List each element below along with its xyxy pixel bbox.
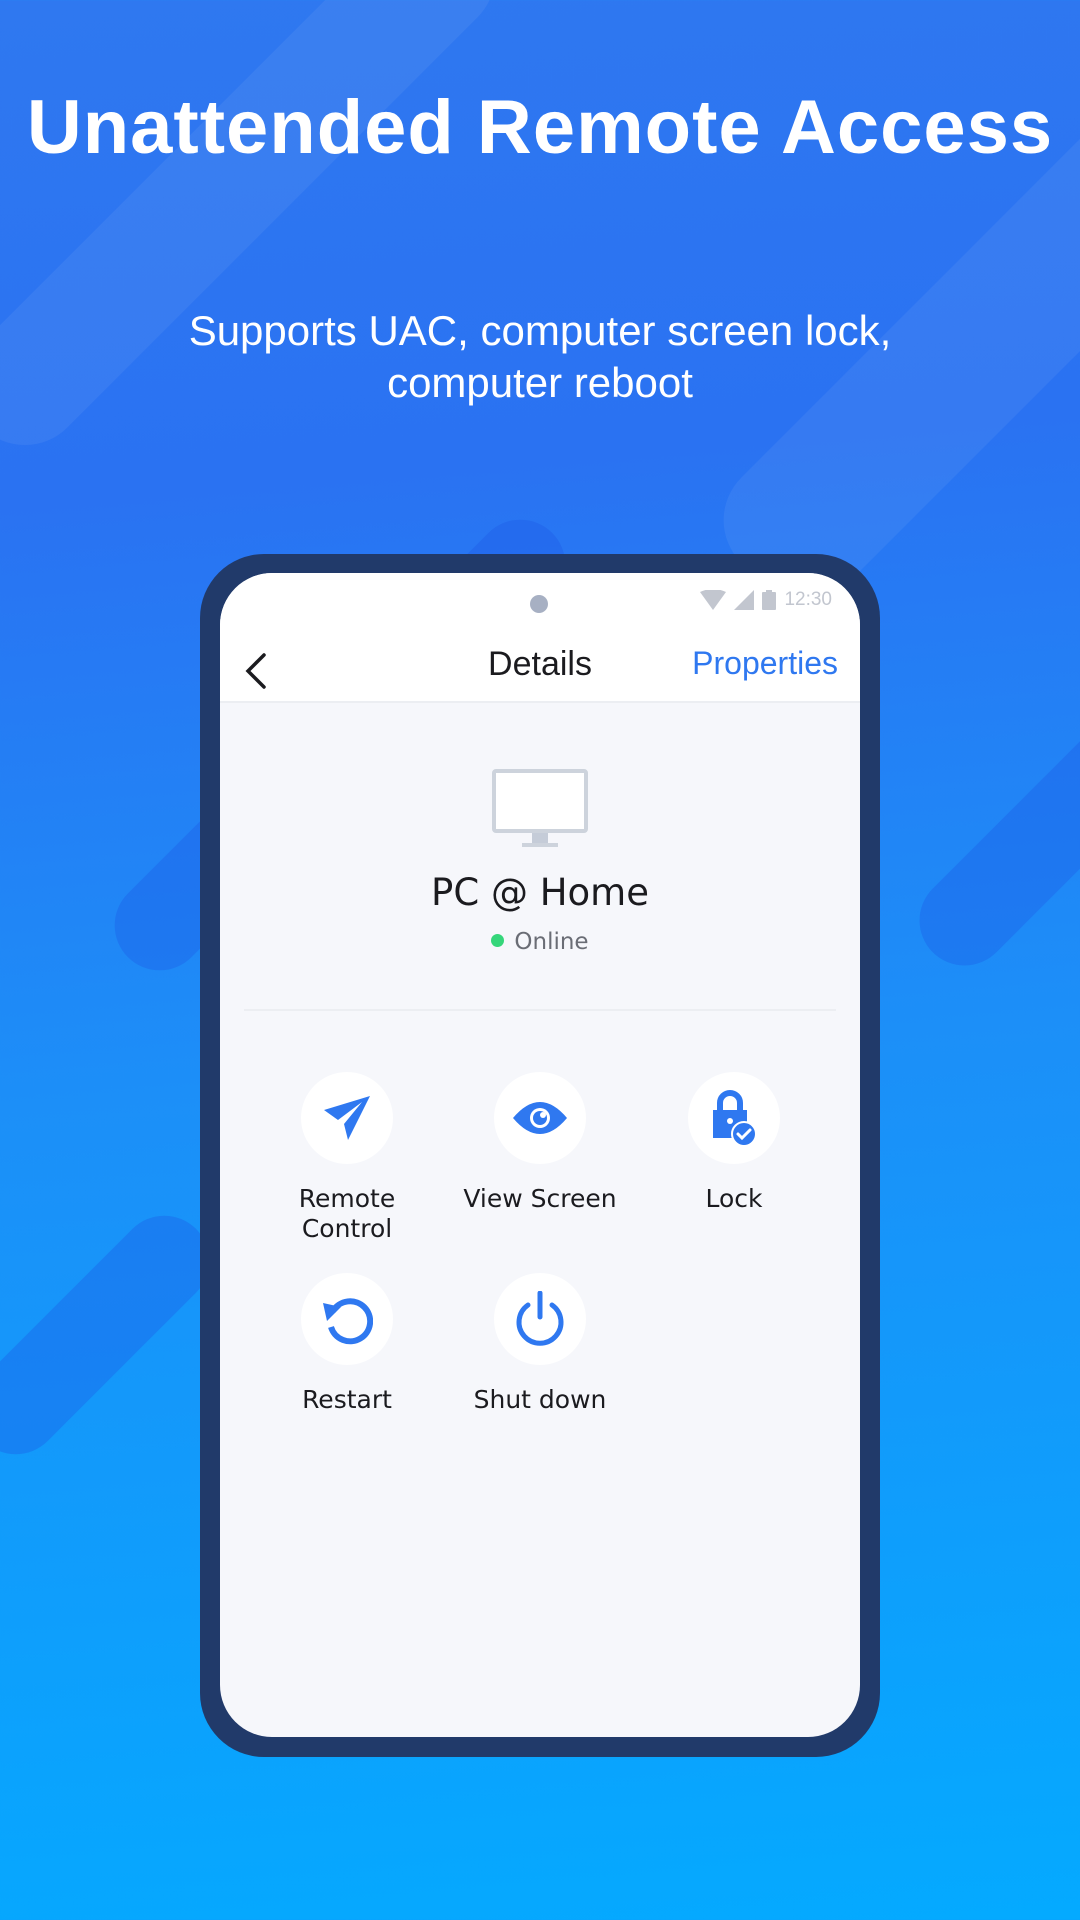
lock-check-icon <box>713 1090 757 1146</box>
hero-title: Unattended Remote Access <box>0 80 1080 176</box>
paper-plane-icon <box>324 1096 370 1140</box>
background-stripe <box>900 665 1080 985</box>
signal-icon <box>734 590 755 610</box>
status-time: 12:30 <box>784 589 832 610</box>
eye-icon <box>513 1102 567 1134</box>
action-circle <box>688 1072 780 1164</box>
power-icon <box>516 1291 564 1346</box>
action-circle <box>494 1273 586 1365</box>
camera-icon <box>530 595 548 613</box>
battery-icon <box>762 590 777 610</box>
phone-screen: 12:30 Details Properties PC @ Home Onlin… <box>220 573 860 1737</box>
device-status: Online <box>220 929 860 955</box>
action-label: Shut down <box>473 1385 607 1414</box>
phone-frame: 12:30 Details Properties PC @ Home Onlin… <box>200 554 880 1757</box>
device-name: PC @ Home <box>431 871 649 914</box>
hero-subtitle-line1: Supports UAC, computer screen lock, <box>188 307 892 354</box>
online-dot-icon <box>491 934 505 947</box>
view-screen-button[interactable]: View Screen <box>445 1072 635 1214</box>
hero-subtitle-line2: computer reboot <box>387 359 693 406</box>
action-label: Restart <box>302 1385 392 1414</box>
monitor-icon <box>492 769 588 847</box>
action-circle <box>301 1273 393 1365</box>
action-label: Remote Control <box>298 1184 396 1243</box>
remote-control-button[interactable]: Remote Control <box>252 1072 442 1244</box>
action-circle <box>494 1072 586 1164</box>
shut-down-button[interactable]: Shut down <box>445 1273 635 1415</box>
divider <box>244 1009 836 1011</box>
properties-button[interactable]: Properties <box>692 645 838 682</box>
restart-button[interactable]: Restart <box>252 1273 442 1415</box>
action-label: Lock <box>705 1184 763 1213</box>
restart-icon <box>323 1298 373 1345</box>
top-bar: 12:30 Details Properties <box>220 573 860 703</box>
hero-title-text: Unattended Remote Access <box>26 85 1054 170</box>
background-stripe <box>0 1197 228 1473</box>
status-bar: 12:30 <box>700 589 832 611</box>
wifi-icon <box>700 590 727 610</box>
device-status-text: Online <box>514 929 589 955</box>
hero-subtitle: Supports UAC, computer screen lock, comp… <box>0 305 1080 409</box>
action-circle <box>301 1072 393 1164</box>
lock-button[interactable]: Lock <box>639 1072 829 1214</box>
action-label: View Screen <box>463 1184 617 1213</box>
